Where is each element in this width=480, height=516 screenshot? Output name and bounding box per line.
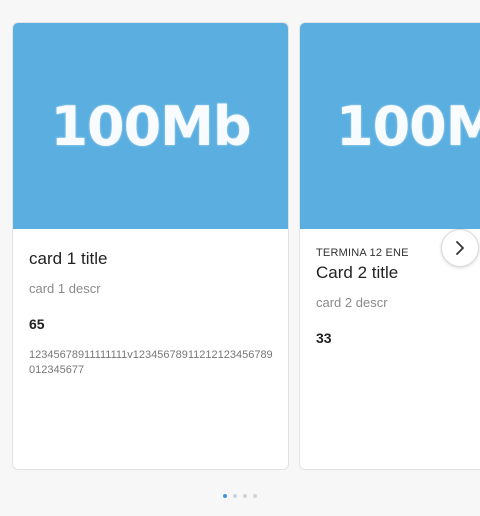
card-1[interactable]: 100Mb card 1 title card 1 descr 65 12345… — [12, 22, 289, 470]
card-extra-text: 12345678911111111v1234567891121212345678… — [29, 349, 273, 376]
card-value: 33 — [316, 330, 332, 346]
pagination-dot[interactable] — [243, 494, 247, 498]
card-image: 100Mb — [13, 23, 288, 229]
card-image-text: 100Mb — [336, 94, 480, 158]
card-image: 100Mb — [300, 23, 480, 229]
carousel-track: 100Mb card 1 title card 1 descr 65 12345… — [12, 22, 480, 470]
pagination-dots — [0, 494, 480, 498]
pagination-dot[interactable] — [223, 494, 227, 498]
carousel: 100Mb card 1 title card 1 descr 65 12345… — [0, 0, 480, 516]
chevron-right-icon — [456, 241, 464, 255]
card-image-text: 100Mb — [50, 94, 251, 158]
card-body: card 1 title card 1 descr 65 12345678911… — [13, 229, 288, 378]
card-value: 65 — [29, 316, 45, 332]
next-button[interactable] — [441, 229, 479, 267]
card-description: card 1 descr — [29, 281, 101, 296]
pagination-dot[interactable] — [253, 494, 257, 498]
card-description: card 2 descr — [316, 295, 388, 310]
card-title: card 1 title — [29, 249, 108, 268]
pagination-dot[interactable] — [233, 494, 237, 498]
